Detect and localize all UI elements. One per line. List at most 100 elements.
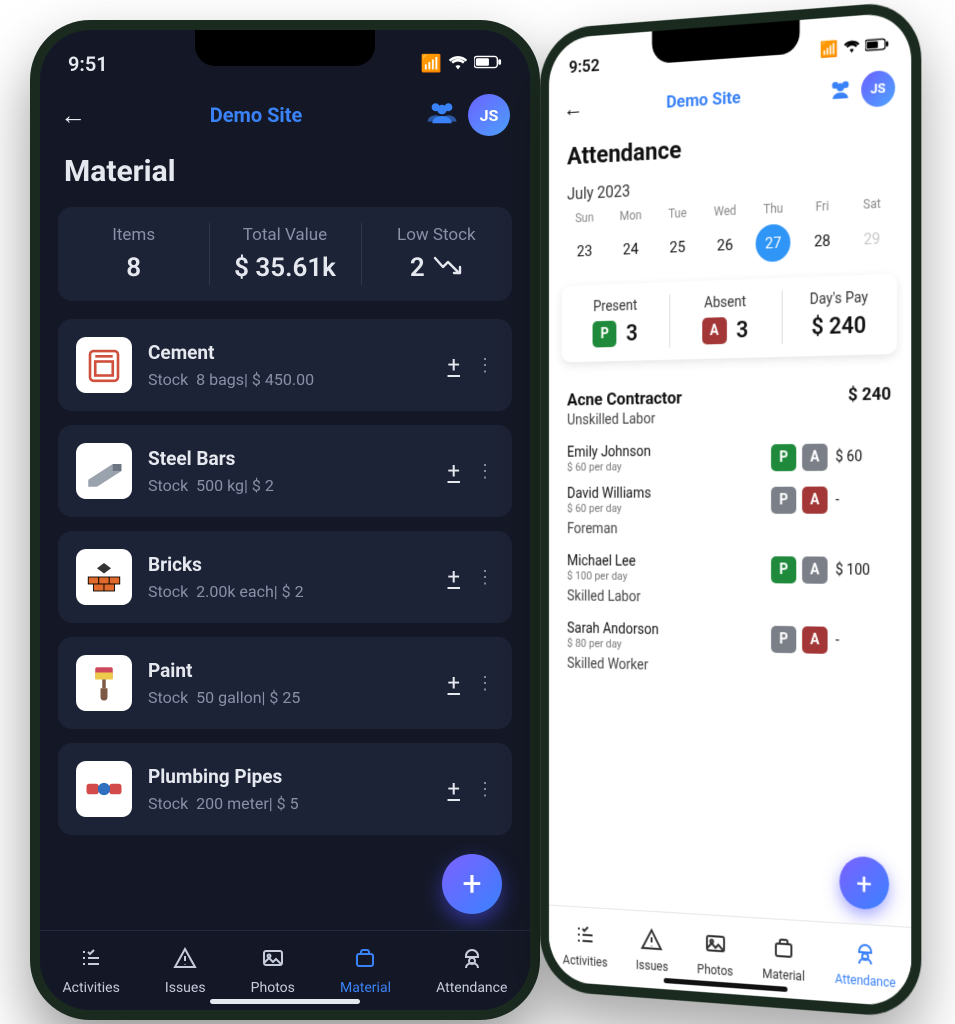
fab-add-attendance[interactable]: + (839, 855, 889, 910)
tab-bar: Activities Issues Photos Material Attendance (40, 930, 530, 1010)
material-stock: Stock 200 meter| $ 5 (148, 794, 432, 813)
calendar-day[interactable]: 26 (701, 223, 749, 266)
calendar-dow: Tue (654, 205, 701, 222)
summary-present: Present P3 (562, 282, 670, 362)
add-stock-button[interactable]: + (448, 353, 460, 378)
tab-attendance[interactable]: Attendance (835, 939, 896, 990)
tab-issues-icon (641, 926, 663, 957)
tab-activities[interactable]: Activities (563, 921, 608, 969)
material-row[interactable]: BricksStock 2.00k each| $ 2+⋮ (58, 531, 512, 623)
back-button[interactable]: ← (60, 100, 86, 131)
summary-days-pay-value: $ 240 (811, 313, 866, 341)
material-info: Steel BarsStock 500 kg| $ 2 (148, 447, 432, 495)
present-toggle[interactable]: P (771, 625, 796, 652)
calendar-day[interactable]: 24 (607, 228, 653, 271)
calendar-dow: Thu (749, 200, 798, 217)
calendar-day[interactable]: 25 (654, 226, 701, 269)
tab-attendance-icon (460, 946, 484, 976)
worker-row[interactable]: David Williams$ 60 per dayPA- (549, 478, 911, 521)
fab-add-material[interactable]: + (442, 854, 502, 914)
summary-low-stock-label: Low Stock (367, 225, 506, 245)
summary-low-stock[interactable]: Low Stock 2 (361, 207, 512, 301)
team-icon[interactable] (426, 100, 458, 130)
tab-material-icon (772, 935, 795, 967)
material-paint-icon (76, 655, 132, 711)
status-time: 9:51 (68, 52, 108, 76)
tab-activities-icon (79, 946, 103, 976)
calendar-dow: Fri (798, 198, 847, 215)
more-actions-button[interactable]: ⋮ (476, 355, 494, 376)
more-actions-button[interactable]: ⋮ (476, 779, 494, 800)
worker-group-title: Foreman (549, 521, 911, 549)
team-icon[interactable] (828, 77, 854, 105)
calendar-day[interactable]: 27 (749, 221, 798, 265)
avatar[interactable]: JS (468, 94, 510, 136)
summary-card: Items 8 Total Value $ 35.61k Low Stock 2 (58, 207, 512, 301)
tab-photos[interactable]: Photos (697, 930, 733, 979)
tab-attendance-icon (853, 940, 877, 972)
material-stock: Stock 500 kg| $ 2 (148, 476, 432, 495)
add-stock-button[interactable]: + (448, 777, 460, 802)
phone-attendance: 9:52 📶 ← Demo Site JS Attendance (540, 0, 921, 1019)
material-info: PaintStock 50 gallon| $ 25 (148, 659, 432, 707)
fab-add-material-label: + (462, 864, 481, 904)
absent-toggle[interactable]: A (802, 443, 827, 470)
present-toggle[interactable]: P (771, 486, 796, 513)
tab-activities[interactable]: Activities (63, 946, 120, 996)
absent-toggle[interactable]: A (802, 486, 827, 513)
material-stock: Stock 8 bags| $ 450.00 (148, 370, 432, 389)
tab-material[interactable]: Material (762, 934, 804, 984)
add-stock-button[interactable]: + (448, 671, 460, 696)
tab-photos-icon (704, 930, 727, 961)
material-row[interactable]: Cement Stock 8 bags| $ 450.00 + ⋮ (58, 319, 512, 411)
tab-photos[interactable]: Photos (251, 946, 295, 996)
add-stock-button[interactable]: + (448, 565, 460, 590)
tab-label: Activities (563, 953, 608, 970)
tab-material[interactable]: Material (340, 946, 391, 996)
tab-issues[interactable]: Issues (636, 926, 668, 974)
site-title[interactable]: Demo Site (210, 103, 303, 127)
home-indicator (210, 999, 360, 1004)
worker-rate: $ 60 per day (567, 459, 763, 474)
more-actions-button[interactable]: ⋮ (476, 673, 494, 694)
material-row[interactable]: PaintStock 50 gallon| $ 25 + ⋮ (58, 637, 512, 729)
calendar-day[interactable]: 29 (847, 217, 897, 261)
tab-attendance[interactable]: Attendance (436, 946, 507, 996)
worker-row[interactable]: Emily Johnson$ 60 per dayPA$ 60 (549, 434, 911, 480)
tab-label: Attendance (436, 980, 507, 996)
present-toggle[interactable]: P (771, 443, 796, 470)
avatar[interactable]: JS (861, 70, 895, 108)
more-actions-button[interactable]: ⋮ (476, 461, 494, 482)
worker-amount: - (835, 632, 891, 650)
summary-items-value: 8 (64, 253, 203, 283)
back-button[interactable]: ← (563, 95, 583, 122)
add-stock-button[interactable]: + (448, 459, 460, 484)
present-badge-icon: P (593, 321, 617, 348)
site-title[interactable]: Demo Site (666, 88, 740, 113)
absent-toggle[interactable]: A (802, 556, 827, 583)
tab-label: Photos (251, 980, 295, 996)
worker-amount: - (835, 491, 891, 508)
calendar-dow: Wed (701, 203, 749, 220)
phone-material: 9:51 📶 ← Demo Site (30, 20, 540, 1020)
material-row[interactable]: Steel BarsStock 500 kg| $ 2 + ⋮ (58, 425, 512, 517)
material-cement-icon (76, 337, 132, 393)
worker-row[interactable]: Michael Lee$ 100 per dayPA$ 100 (549, 547, 911, 592)
summary-present-value: 3 (626, 320, 638, 346)
summary-absent-value: 3 (736, 317, 748, 343)
status-icons: 📶 (820, 35, 889, 59)
absent-toggle[interactable]: A (802, 626, 827, 654)
tab-label: Photos (697, 962, 733, 979)
summary-absent: Absent A3 (670, 278, 782, 360)
material-name: Cement (148, 341, 432, 364)
more-actions-button[interactable]: ⋮ (476, 567, 494, 588)
material-pipes-icon (76, 761, 132, 817)
contractor-name: Acne Contractor (567, 388, 682, 410)
battery-icon (474, 54, 502, 74)
calendar-day[interactable]: 28 (798, 219, 847, 263)
tab-issues[interactable]: Issues (165, 946, 206, 996)
calendar-day[interactable]: 23 (562, 230, 608, 272)
present-toggle[interactable]: P (771, 556, 796, 583)
material-row[interactable]: Plumbing PipesStock 200 meter| $ 5+⋮ (58, 743, 512, 835)
summary-items-label: Items (64, 225, 203, 245)
